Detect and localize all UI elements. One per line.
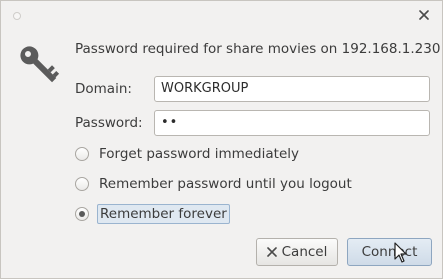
radio-button-checked[interactable] bbox=[75, 207, 89, 221]
radio-label: Forget password immediately bbox=[99, 146, 299, 162]
dialog-message: Password required for share movies on 19… bbox=[75, 41, 441, 57]
connect-button[interactable]: Connect bbox=[347, 238, 432, 266]
cancel-icon bbox=[266, 247, 277, 257]
radio-label: Remember password until you logout bbox=[99, 176, 352, 192]
connect-label: Connect bbox=[361, 244, 418, 260]
radio-remember-until-logout[interactable]: Remember password until you logout bbox=[75, 173, 354, 195]
domain-label: Domain: bbox=[75, 81, 132, 97]
key-icon bbox=[20, 46, 60, 83]
radio-forget-immediately[interactable]: Forget password immediately bbox=[75, 143, 301, 165]
radio-label: Remember forever bbox=[97, 204, 230, 224]
close-icon bbox=[419, 10, 429, 20]
radio-remember-forever[interactable]: Remember forever bbox=[75, 203, 230, 225]
close-button[interactable] bbox=[416, 7, 432, 23]
cancel-button[interactable]: Cancel bbox=[256, 238, 338, 266]
password-dialog: Password required for share movies on 19… bbox=[0, 0, 443, 279]
window-dot-icon bbox=[13, 12, 21, 20]
titlebar bbox=[1, 1, 442, 31]
cancel-label: Cancel bbox=[281, 244, 328, 260]
password-field[interactable]: •• bbox=[154, 110, 430, 136]
domain-field[interactable]: WORKGROUP bbox=[154, 76, 430, 102]
password-label: Password: bbox=[75, 115, 143, 131]
radio-button[interactable] bbox=[75, 177, 89, 191]
radio-button[interactable] bbox=[75, 147, 89, 161]
